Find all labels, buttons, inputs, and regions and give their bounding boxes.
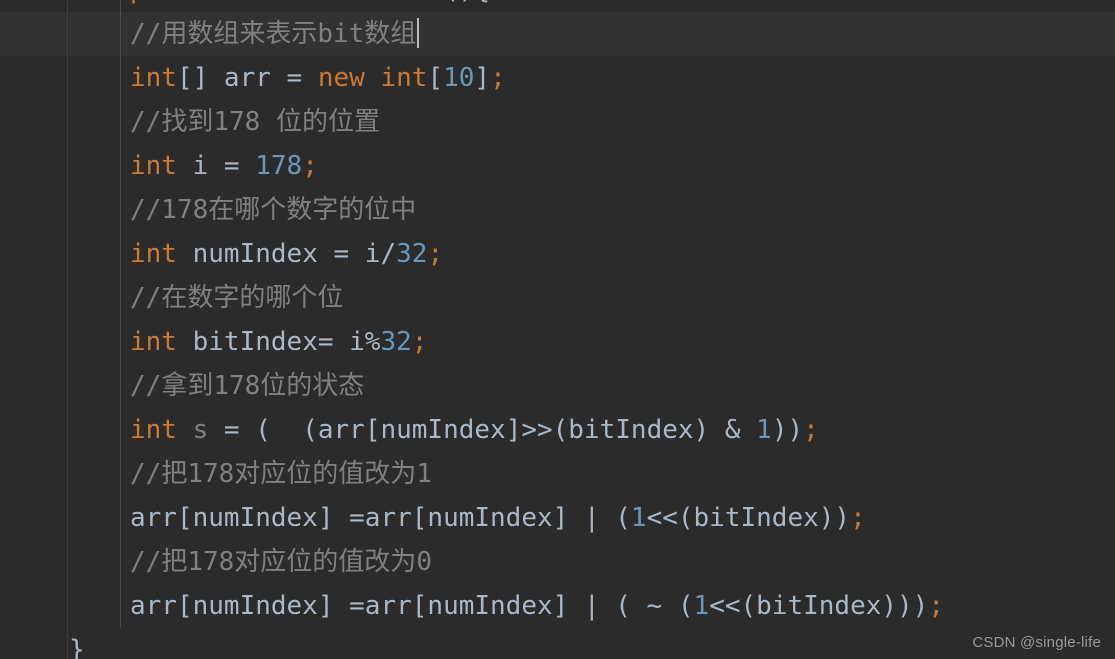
code-token: bit [317, 19, 365, 49]
code-token: [ [427, 63, 444, 93]
code-line[interactable]: int s = ( (arr[numIndex]>>(bitIndex) & 1… [69, 408, 1115, 452]
code-token: 在数字的哪个位 [161, 283, 344, 313]
code-line-list[interactable]: public void function(){//用数组来表示bit数组int[… [69, 0, 1115, 659]
gutter-current-line-highlight [0, 12, 67, 56]
editor-gutter[interactable] [0, 0, 68, 659]
code-token: s [192, 415, 209, 445]
code-token: 178 [187, 547, 235, 577]
code-token: 1 [693, 591, 710, 621]
code-token: ; [803, 415, 819, 445]
code-text-area[interactable]: public void function(){//用数组来表示bit数组int[… [69, 0, 1115, 659]
code-token: 178 [213, 371, 261, 401]
code-token: int [130, 151, 177, 181]
code-token: ; [411, 327, 428, 357]
code-line[interactable]: public void function(){ [69, 0, 1115, 12]
code-token: 0 [416, 547, 432, 577]
code-token: ; [850, 503, 866, 533]
code-token: // [130, 107, 162, 137]
code-token: 拿到 [161, 371, 214, 401]
code-token: 把 [161, 547, 188, 577]
code-token: } [69, 635, 85, 659]
code-token: numIndex = i/ [176, 239, 397, 269]
code-token: // [130, 19, 162, 49]
code-line[interactable]: //找到178 位的位置 [69, 100, 1115, 144]
code-token: 位的状态 [260, 371, 365, 401]
code-token: 178 [213, 107, 276, 137]
code-line[interactable]: int i = 178; [69, 144, 1115, 188]
code-token: new int [317, 63, 428, 93]
code-token: ; [302, 151, 318, 181]
code-token: // [130, 459, 162, 489]
code-token: 10 [443, 63, 475, 93]
code-token: ] [474, 63, 491, 93]
code-token: public void [130, 0, 318, 5]
code-token: // [130, 547, 162, 577]
code-token: // [130, 371, 162, 401]
code-editor[interactable]: public void function(){//用数组来表示bit数组int[… [0, 0, 1115, 659]
code-token: arr[numIndex] =arr[numIndex] | ( ~ ( [130, 591, 694, 621]
code-line[interactable]: //把178对应位的值改为1 [69, 452, 1115, 496]
code-token: 位的位置 [275, 107, 380, 137]
code-line[interactable]: //把178对应位的值改为0 [69, 540, 1115, 584]
code-line[interactable]: int[] arr = new int[10]; [69, 56, 1115, 100]
code-line[interactable]: arr[numIndex] =arr[numIndex] | (1<<(bitI… [69, 496, 1115, 540]
code-line[interactable]: int bitIndex= i%32; [69, 320, 1115, 364]
code-token: 32 [396, 239, 428, 269]
code-token: bitIndex= i% [176, 327, 381, 357]
code-token: <<(bitIndex)) [646, 503, 851, 533]
code-token: i = [176, 151, 256, 181]
text-caret [417, 18, 420, 48]
code-line[interactable]: arr[numIndex] =arr[numIndex] | ( ~ (1<<(… [69, 584, 1115, 628]
code-token: 1 [630, 503, 647, 533]
code-token: int [130, 327, 177, 357]
code-token: 用数组来表示 [161, 19, 318, 49]
code-line[interactable]: //在数字的哪个位 [69, 276, 1115, 320]
code-token: 把 [161, 459, 188, 489]
code-token: int [130, 415, 177, 445]
code-token: // [130, 283, 162, 313]
code-token: arr[numIndex] =arr[numIndex] | ( [130, 503, 631, 533]
code-token: 对应位的值改为 [234, 547, 417, 577]
code-token: 在哪个数字的位中 [208, 195, 417, 225]
code-token: 178 [187, 459, 235, 489]
code-line[interactable]: //178在哪个数字的位中 [69, 188, 1115, 232]
code-token: = ( (arr[numIndex]>>(bitIndex) & [208, 415, 757, 445]
code-token: //178 [130, 195, 209, 225]
code-line[interactable]: } [69, 628, 1115, 659]
code-token: 32 [380, 327, 412, 357]
code-token: 1 [416, 459, 432, 489]
code-token: ; [490, 63, 506, 93]
code-token: 178 [255, 151, 303, 181]
code-token: [] arr = [176, 63, 318, 93]
csdn-watermark: CSDN @single-life [972, 634, 1101, 651]
code-token: int [130, 63, 177, 93]
code-token: ; [928, 591, 944, 621]
code-token: ; [427, 239, 444, 269]
code-token: 数组 [364, 19, 417, 49]
code-line[interactable]: //拿到178位的状态 [69, 364, 1115, 408]
code-token: int [130, 239, 177, 269]
code-token: <<(bitIndex))) [709, 591, 929, 621]
code-token: function(){ [318, 0, 490, 5]
code-line[interactable]: int numIndex = i/32; [69, 232, 1115, 276]
code-token: 找到 [161, 107, 214, 137]
code-token: 1 [756, 415, 772, 445]
code-token: )) [771, 415, 804, 445]
code-token: 对应位的值改为 [234, 459, 417, 489]
code-line[interactable]: //用数组来表示bit数组 [69, 12, 1115, 56]
